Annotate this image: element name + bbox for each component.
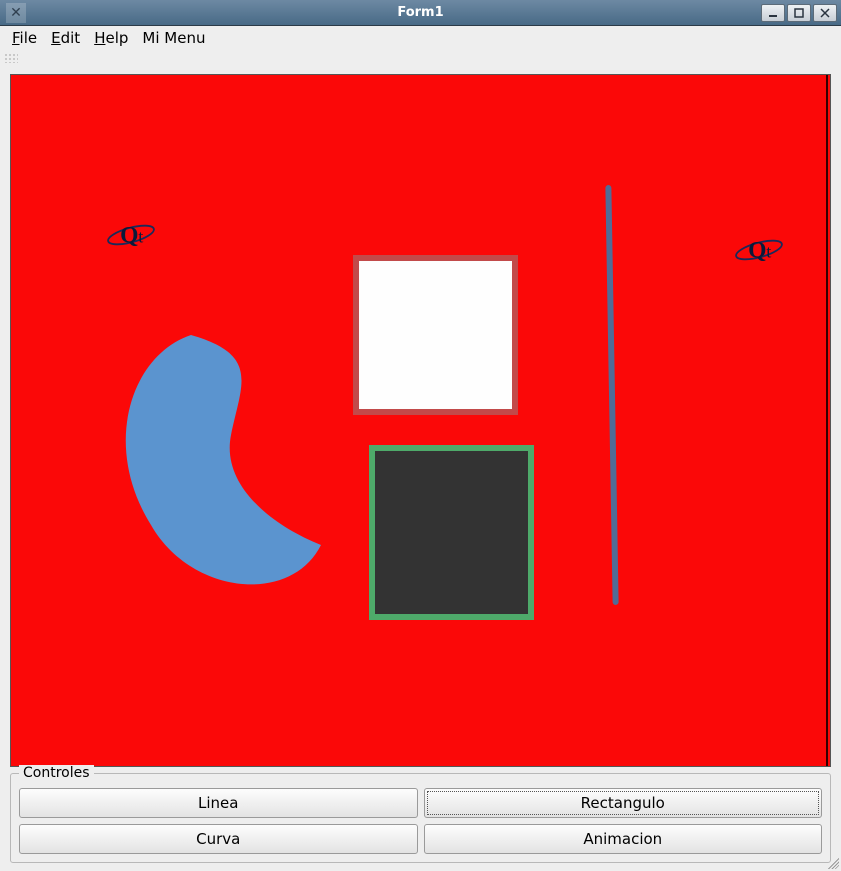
toolbar-grip-icon[interactable] (4, 53, 18, 63)
menu-help[interactable]: Help (88, 27, 134, 49)
menu-mimenu[interactable]: Mi Menu (136, 27, 211, 49)
curve-shape (111, 315, 371, 605)
dark-rectangle-shape (369, 445, 534, 620)
canvas-right-edge-line (826, 75, 828, 766)
white-rectangle-shape (353, 255, 518, 415)
controls-groupbox: Controles Linea Rectangulo Curva Animaci… (10, 773, 831, 863)
resize-grip-icon[interactable] (825, 855, 839, 869)
qt-logo-icon: Q t (103, 215, 159, 255)
linea-button[interactable]: Linea (19, 788, 418, 818)
vertical-line-shape (605, 185, 618, 605)
controls-legend: Controles (19, 765, 94, 781)
system-menu-icon[interactable]: ✕ (6, 3, 26, 23)
qt-logo-icon: Q t (731, 230, 787, 270)
svg-text:Q: Q (748, 237, 766, 263)
menu-file[interactable]: File (6, 27, 43, 49)
animacion-button[interactable]: Animacion (424, 824, 823, 854)
curva-button[interactable]: Curva (19, 824, 418, 854)
svg-text:Q: Q (120, 222, 138, 248)
svg-text:t: t (138, 226, 143, 246)
maximize-button[interactable] (787, 4, 811, 22)
svg-text:t: t (766, 241, 771, 261)
toolbar (0, 50, 841, 66)
window-title: Form1 (0, 5, 841, 20)
menubar: File Edit Help Mi Menu (0, 26, 841, 50)
drawing-canvas[interactable]: Q t Q t (10, 74, 831, 767)
rectangulo-button[interactable]: Rectangulo (424, 788, 823, 818)
titlebar: ✕ Form1 (0, 0, 841, 26)
close-button[interactable] (813, 4, 837, 22)
minimize-button[interactable] (761, 4, 785, 22)
menu-edit[interactable]: Edit (45, 27, 86, 49)
